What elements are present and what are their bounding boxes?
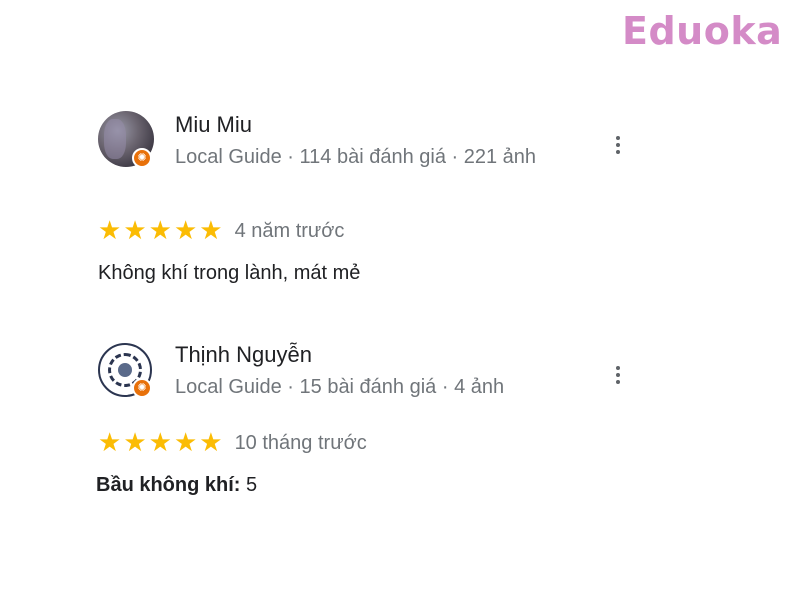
reviewer-name[interactable]: Thịnh Nguyễn — [175, 342, 312, 368]
more-vertical-icon — [616, 366, 620, 370]
reviewer-meta: Local Guide · 15 bài đánh giá · 4 ảnh — [175, 376, 505, 398]
star-icon: ★ — [148, 428, 172, 458]
rating-row: ★ ★ ★ ★ ★ 4 năm trước — [98, 218, 344, 244]
review-date: 10 tháng trước — [234, 431, 367, 454]
star-rating: ★ ★ ★ ★ ★ — [98, 430, 223, 456]
star-icon: ★ — [98, 216, 122, 246]
more-options-button[interactable] — [610, 362, 626, 388]
attribute-value: 5 — [240, 474, 258, 496]
more-vertical-icon — [616, 143, 620, 147]
local-guide-badge-icon: ✺ — [132, 378, 152, 398]
star-rating: ★ ★ ★ ★ ★ — [98, 218, 223, 244]
star-icon: ★ — [123, 428, 147, 458]
more-vertical-icon — [616, 373, 620, 377]
attribute-label: Bầu không khí: — [96, 474, 241, 496]
star-icon: ★ — [173, 216, 198, 246]
star-icon: ★ — [173, 428, 198, 458]
star-icon: ★ — [199, 216, 223, 246]
star-icon: ★ — [98, 428, 122, 458]
more-vertical-icon — [616, 380, 620, 384]
star-icon: ★ — [123, 216, 147, 246]
reviewer-name[interactable]: Miu Miu — [175, 112, 252, 138]
eduoka-watermark-logo: Eduoka — [622, 9, 783, 53]
review-text: Không khí trong lành, mát mẻ — [98, 262, 361, 284]
more-options-button[interactable] — [610, 132, 626, 158]
more-vertical-icon — [616, 136, 620, 140]
rating-row: ★ ★ ★ ★ ★ 10 tháng trước — [98, 430, 367, 456]
review-date: 4 năm trước — [234, 219, 345, 242]
review-attribute: Bầu không khí: 5 — [96, 474, 257, 497]
local-guide-badge-icon: ✺ — [132, 148, 152, 168]
star-icon: ★ — [199, 428, 223, 458]
more-vertical-icon — [616, 150, 620, 154]
star-icon: ★ — [148, 216, 172, 246]
reviewer-meta: Local Guide · 114 bài đánh giá · 221 ảnh — [175, 146, 537, 168]
